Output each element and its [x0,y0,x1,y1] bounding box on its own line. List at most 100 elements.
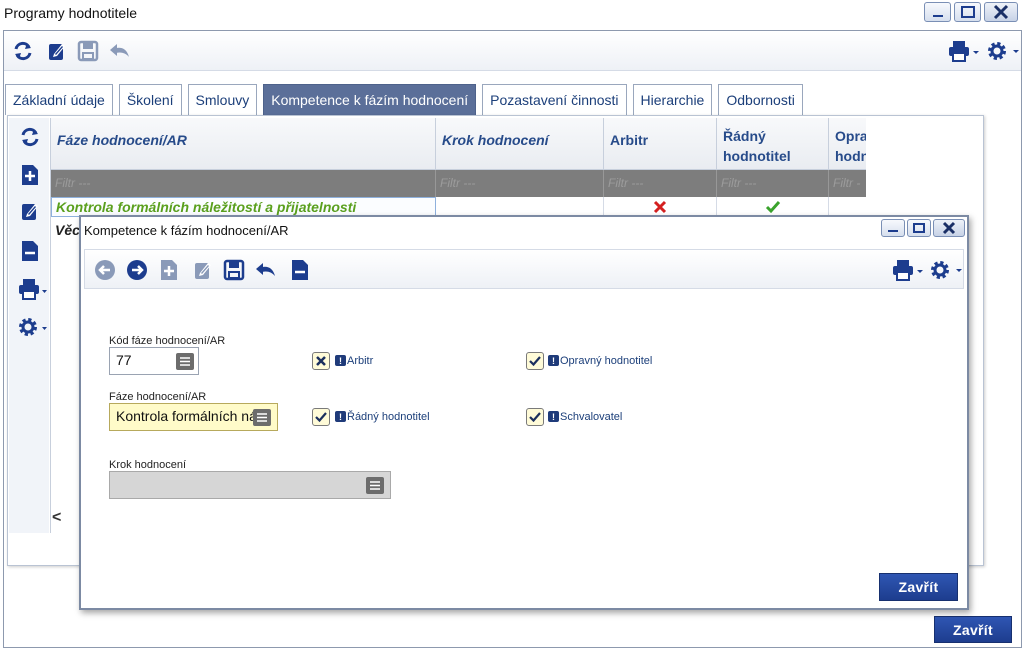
column-header-radny[interactable]: Řádný hodnotitel [717,118,829,170]
dialog-save-icon[interactable] [222,258,246,282]
required-icon: ! [335,411,346,422]
filter-arbitr[interactable]: Filtr --- [604,170,717,197]
cell-opravny [829,197,866,217]
kod-faze-value: 77 [116,352,132,368]
edit-icon[interactable] [45,39,69,63]
table-row[interactable]: Kontrola formálních náležitostí a přijat… [51,197,866,217]
add-record-icon[interactable] [157,258,181,282]
cell-arbitr [604,197,717,217]
previous-record-icon[interactable] [93,258,117,282]
window-controls [924,2,1018,22]
grid-refresh-icon[interactable] [17,124,43,150]
faze-field[interactable]: Kontrola formálních nál [109,403,278,431]
minimize-icon [888,230,898,232]
filter-row: Filtr --- Filtr --- Filtr --- Filtr --- … [51,170,866,197]
dialog-close-x-button[interactable] [933,219,965,237]
undo-icon[interactable] [108,39,132,63]
tab-kompetence[interactable]: Kompetence k fázím hodnocení [263,84,477,115]
dialog-toolbar [84,249,964,289]
dialog-title: Kompetence k fázím hodnocení/AR [84,223,289,238]
column-header-krok[interactable]: Krok hodnocení [436,118,604,170]
required-icon: ! [548,411,559,422]
x-mark-icon [653,200,667,214]
arbitr-label: Arbitr [347,355,374,367]
tab-pozastaveni[interactable]: Pozastavení činnosti [482,84,627,115]
cell-krok [436,197,604,217]
filter-faze[interactable]: Filtr --- [51,170,436,197]
grid-header: Fáze hodnocení/AR Krok hodnocení Arbitr … [51,118,866,170]
minimize-icon [932,15,943,17]
grid-edit-icon[interactable] [17,198,43,224]
maximize-button[interactable] [954,2,981,22]
dialog-delete-icon[interactable] [288,258,312,282]
maximize-icon [960,6,975,18]
maximize-icon [913,223,925,233]
dialog-close-button[interactable]: Zavřít [879,573,958,601]
grid-add-icon[interactable] [17,162,43,188]
schvalovatel-label: Schvalovatel [560,411,623,423]
filter-radny[interactable]: Filtr --- [717,170,829,197]
tab-smlouvy[interactable]: Smlouvy [187,84,258,115]
tab-odbornosti[interactable]: Odbornosti [718,84,803,115]
tab-hierarchie[interactable]: Hierarchie [632,84,713,115]
radny-label: Řádný hodnotitel [347,411,430,423]
opravny-label: Opravný hodnotitel [560,355,653,367]
checkmark-icon [529,412,541,423]
x-mark-icon [316,356,326,366]
list-lookup-icon[interactable] [366,477,384,494]
cell-radny [717,197,829,217]
list-lookup-icon[interactable] [253,409,271,426]
main-close-button[interactable]: Zavřít [934,616,1012,643]
dialog-undo-icon[interactable] [254,258,278,282]
filter-krok[interactable]: Filtr --- [436,170,604,197]
dialog-maximize-button[interactable] [907,219,931,237]
grid-settings-icon[interactable] [17,314,49,340]
dialog-titlebar: Kompetence k fázím hodnocení/AR [81,217,967,245]
dialog-settings-menu-icon[interactable] [929,258,963,282]
column-header-faze[interactable]: Fáze hodnocení/AR [51,118,436,170]
filter-opravny[interactable]: Filtr --- [829,170,866,197]
checkmark-icon [529,356,541,367]
kod-faze-field[interactable]: 77 [109,347,199,375]
checkmark-icon [315,412,327,423]
krok-label: Krok hodnocení [109,459,187,471]
competence-dialog: Kompetence k fázím hodnocení/AR Kód fáze… [79,215,969,610]
checkmark-icon [765,201,780,214]
close-window-button[interactable] [984,2,1018,22]
close-icon [993,4,1009,20]
dialog-edit-icon[interactable] [191,258,215,282]
tab-skoleni[interactable]: Školení [118,84,182,115]
schvalovatel-checkbox[interactable] [526,408,544,426]
dialog-window-controls [881,219,965,237]
settings-menu-icon[interactable] [986,39,1020,63]
required-icon: ! [548,355,559,366]
grid-side-toolbar [9,118,49,533]
kod-faze-label: Kód fáze hodnocení/AR [109,335,226,347]
window-title: Programy hodnotitele [4,5,138,21]
minimize-button[interactable] [924,2,951,22]
faze-label: Fáze hodnocení/AR [109,391,207,403]
tab-zakladni-udaje[interactable]: Základní údaje [5,84,113,115]
cell-faze: Kontrola formálních náležitostí a přijat… [51,197,436,217]
dialog-print-menu-icon[interactable] [892,258,924,282]
list-lookup-icon[interactable] [176,353,194,370]
print-menu-icon[interactable] [948,39,980,63]
column-header-arbitr[interactable]: Arbitr [604,118,717,170]
next-record-icon[interactable] [125,258,149,282]
tab-bar: Základní údaje Školení Smlouvy Kompetenc… [5,84,809,115]
arbitr-checkbox[interactable] [312,352,330,370]
grid-print-icon[interactable] [17,276,49,302]
required-icon: ! [335,355,346,366]
krok-field[interactable] [109,471,391,499]
main-toolbar [4,31,1021,71]
dialog-minimize-button[interactable] [881,219,905,237]
faze-value: Kontrola formálních nál [116,408,260,424]
opravny-checkbox[interactable] [526,352,544,370]
column-header-opravny[interactable]: Opra hodn [829,118,866,170]
close-icon [942,221,956,235]
grid-remove-icon[interactable] [17,238,43,264]
refresh-icon[interactable] [11,39,35,63]
radny-checkbox[interactable] [312,408,330,426]
save-icon[interactable] [76,39,100,63]
scroll-left-icon[interactable]: < [52,509,61,527]
